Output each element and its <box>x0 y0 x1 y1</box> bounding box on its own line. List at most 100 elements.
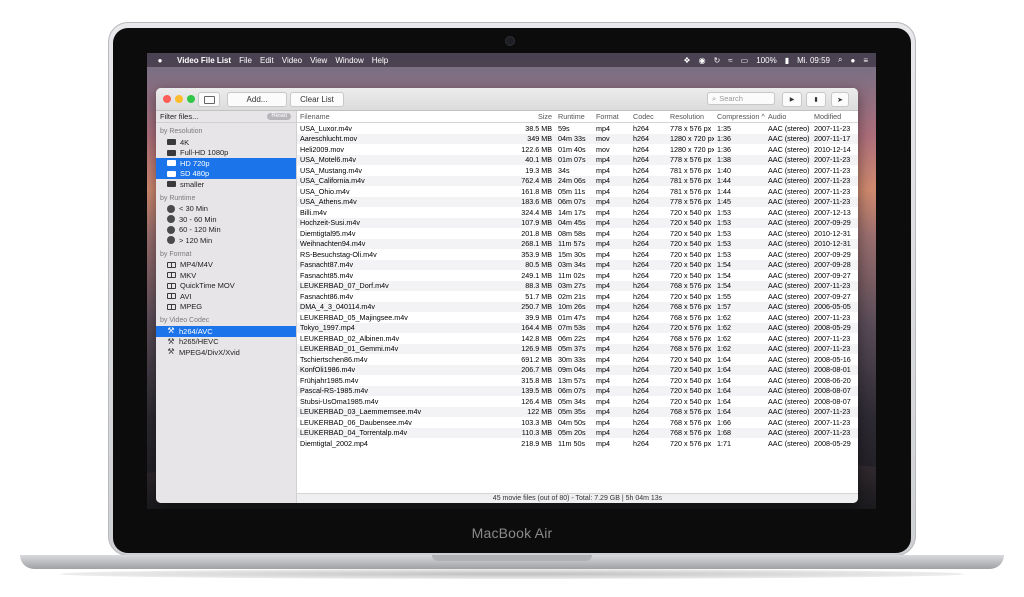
sidebar-filter-item[interactable]: AVI <box>156 291 296 302</box>
battery-icon[interactable]: ▮ <box>785 56 789 65</box>
sidebar-filter-label: < 30 Min <box>179 204 208 214</box>
apple-menu-icon[interactable]: ● <box>153 56 167 65</box>
cell-format: mp4 <box>596 281 610 291</box>
cell-format: mp4 <box>596 165 610 175</box>
table-row[interactable]: Pascal-RS-1985.m4v 139.5 MB 06m 07s mp4 h264… <box>297 385 858 396</box>
table-row[interactable]: Billi.m4v 324.4 MB 14m 17s mp4 h264 720 x 540… <box>297 207 858 218</box>
airplay-icon[interactable]: ▭ <box>741 56 749 65</box>
export-button[interactable]: ➤ <box>831 92 849 107</box>
column-header-size[interactable]: Size <box>500 112 555 121</box>
table-row[interactable]: LEUKERBAD_06_Daubensee.m4v 103.3 MB 04m 50… <box>297 417 858 428</box>
column-header-codec[interactable]: Codec <box>630 112 667 121</box>
table-row[interactable]: LEUKERBAD_05_Majingsee.m4v 39.9 MB 01m 47s… <box>297 312 858 323</box>
column-header-modified[interactable]: Modified <box>811 112 858 121</box>
sidebar-filter-item[interactable]: ⚒ MPEG4/DivX/Xvid <box>156 347 296 358</box>
table-row[interactable]: USA_Luxor.m4v 38.5 MB 59s mp4 h264 778 x 576 … <box>297 123 858 134</box>
cell-audio: AAC (stereo) <box>768 239 810 249</box>
table-row[interactable]: Fasnacht87.m4v 80.5 MB 03m 34s mp4 h264 720 x… <box>297 259 858 270</box>
table-row[interactable]: KonfOli1986.m4v 206.7 MB 09m 04s mp4 h264 720… <box>297 364 858 375</box>
menu-video[interactable]: Video <box>282 56 302 65</box>
cell-runtime: 11m 02s <box>558 270 586 280</box>
spotlight-icon[interactable]: ⌕ <box>838 55 842 65</box>
sidebar-filter-item[interactable]: 30 - 60 Min <box>156 214 296 225</box>
table-row[interactable]: Fasnacht85.m4v 249.1 MB 11m 02s mp4 h264 720 … <box>297 270 858 281</box>
dropbox-icon[interactable]: ❖ <box>683 56 690 65</box>
vpn-icon[interactable]: ◉ <box>699 56 706 65</box>
column-header-runtime[interactable]: Runtime <box>555 112 593 121</box>
info-icon: ▮ <box>814 97 818 103</box>
clock[interactable]: Mi. 09:59 <box>797 56 830 65</box>
search-input[interactable]: ⌕ Search <box>707 92 775 105</box>
menu-window[interactable]: Window <box>335 56 363 65</box>
table-row[interactable]: Aareschlucht.mov 349 MB 04m 33s mov h264 1280… <box>297 133 858 144</box>
table-row[interactable]: USA_Ohio.m4v 161.8 MB 05m 11s mp4 h264 781 x … <box>297 186 858 197</box>
table-row[interactable]: Diemtigtal95.m4v 201.8 MB 08m 58s mp4 h264 72… <box>297 228 858 239</box>
wifi-icon[interactable]: ≈ <box>728 56 732 65</box>
minimize-window-icon[interactable] <box>175 95 183 103</box>
time-machine-icon[interactable]: ↻ <box>714 56 721 65</box>
table-row[interactable]: Fasnacht86.m4v 51.7 MB 02m 21s mp4 h264 720 x… <box>297 291 858 302</box>
column-header-compression[interactable]: Compression ^ <box>714 112 765 121</box>
close-window-icon[interactable] <box>163 95 171 103</box>
sidebar-filter-item[interactable]: MKV <box>156 270 296 281</box>
column-header-audio[interactable]: Audio <box>765 112 811 121</box>
table-row[interactable]: Stubsi-UsOma1985.m4v 126.4 MB 05m 34s mp4 h2… <box>297 396 858 407</box>
zoom-window-icon[interactable] <box>187 95 195 103</box>
sidebar-filter-item[interactable]: QuickTime MOV <box>156 281 296 292</box>
menu-help[interactable]: Help <box>372 56 388 65</box>
cell-size: 183.6 MB <box>521 197 552 207</box>
add-button[interactable]: Add... <box>227 92 287 107</box>
app-menu[interactable]: Video File List <box>177 56 231 65</box>
siri-icon[interactable]: ● <box>850 56 855 65</box>
cell-runtime: 06m 22s <box>558 333 586 343</box>
table-row[interactable]: Heli2009.mov 122.6 MB 01m 40s mov h264 1280 x… <box>297 144 858 155</box>
cell-audio: AAC (stereo) <box>768 417 810 427</box>
column-header-format[interactable]: Format <box>593 112 630 121</box>
reset-button[interactable]: Reset <box>267 113 291 120</box>
sidebar-filter-item[interactable]: ⚒ h265/HEVC <box>156 337 296 348</box>
cell-codec: h264 <box>633 302 649 312</box>
table-row[interactable]: LEUKERBAD_07_Dorf.m4v 88.3 MB 03m 27s mp4 h2… <box>297 280 858 291</box>
sidebar-filter-item[interactable]: smaller <box>156 179 296 190</box>
table-row[interactable]: DMA_4_3_040114.m4v 250.7 MB 10m 26s mp4 h264… <box>297 301 858 312</box>
sidebar-toggle-button[interactable] <box>198 92 220 107</box>
menu-view[interactable]: View <box>310 56 327 65</box>
sidebar-filter-item[interactable]: > 120 Min <box>156 235 296 246</box>
sidebar-filter-item[interactable]: 4K <box>156 137 296 148</box>
table-row[interactable]: Frühjahr1985.m4v 315.8 MB 13m 57s mp4 h264 72… <box>297 375 858 386</box>
table-row[interactable]: LEUKERBAD_04_Torrentalp.m4v 110.3 MB 05m 2… <box>297 427 858 438</box>
sidebar-filter-item[interactable]: MP4/M4V <box>156 260 296 271</box>
table-row[interactable]: Tokyo_1997.mp4 164.4 MB 07m 53s mp4 h264 720 … <box>297 322 858 333</box>
sidebar-filter-item[interactable]: ⚒ h264/AVC <box>156 326 296 337</box>
table-row[interactable]: Weihnachten94.m4v 268.1 MB 11m 57s mp4 h264 7… <box>297 238 858 249</box>
table-row[interactable]: LEUKERBAD_01_Gemmi.m4v 126.9 MB 05m 37s mp4… <box>297 343 858 354</box>
table-row[interactable]: USA_Mustang.m4v 19.3 MB 34s mp4 h264 781 x 57… <box>297 165 858 176</box>
play-button[interactable]: ▶ <box>782 92 802 107</box>
sidebar-filter-item[interactable]: MPEG <box>156 302 296 313</box>
table-row[interactable]: USA_Motel6.m4v 40.1 MB 01m 07s mp4 h264 778 x… <box>297 154 858 165</box>
sidebar-filter-item[interactable]: HD 720p <box>156 158 296 169</box>
notification-center-icon[interactable]: ≡ <box>863 56 868 65</box>
sidebar-filter-item[interactable]: < 30 Min <box>156 204 296 215</box>
table-row[interactable]: USA_Athens.m4v 183.6 MB 06m 07s mp4 h264 778 … <box>297 196 858 207</box>
clear-list-button[interactable]: Clear List <box>290 92 344 107</box>
table-row[interactable]: USA_California.m4v 762.4 MB 24m 06s mp4 h264… <box>297 175 858 186</box>
info-button[interactable]: ▮ <box>806 92 826 107</box>
cell-filename: USA_Mustang.m4v <box>300 165 362 175</box>
menu-edit[interactable]: Edit <box>260 56 274 65</box>
sidebar-filter-item[interactable]: SD 480p <box>156 168 296 179</box>
sidebar-filter-label: AVI <box>180 291 192 301</box>
sidebar-filter-item[interactable]: 60 - 120 Min <box>156 225 296 236</box>
table-row[interactable]: LEUKERBAD_02_Albinen.m4v 142.8 MB 06m 22s m… <box>297 333 858 344</box>
table-row[interactable]: Diemtigtal_2002.mp4 218.9 MB 11m 50s mp4 h26… <box>297 438 858 449</box>
column-header-filename[interactable]: Filename <box>297 112 500 121</box>
menu-file[interactable]: File <box>239 56 252 65</box>
table-row[interactable]: RS-Besuchstag-Oli.m4v 353.9 MB 15m 30s mp4 h… <box>297 249 858 260</box>
sidebar-filter-item[interactable]: Full-HD 1080p <box>156 148 296 159</box>
table-row[interactable]: Tschiertschen86.m4v 691.2 MB 30m 33s mp4 h26… <box>297 354 858 365</box>
battery-percent[interactable]: 100% <box>756 56 776 65</box>
table-row[interactable]: LEUKERBAD_03_Laemmernsee.m4v 122 MB 05m 35… <box>297 406 858 417</box>
column-header-resolution[interactable]: Resolution <box>667 112 714 121</box>
cell-filename: USA_Ohio.m4v <box>300 186 350 196</box>
table-row[interactable]: Hochzeit-Susi.m4v 107.9 MB 04m 45s mp4 h264 7… <box>297 217 858 228</box>
